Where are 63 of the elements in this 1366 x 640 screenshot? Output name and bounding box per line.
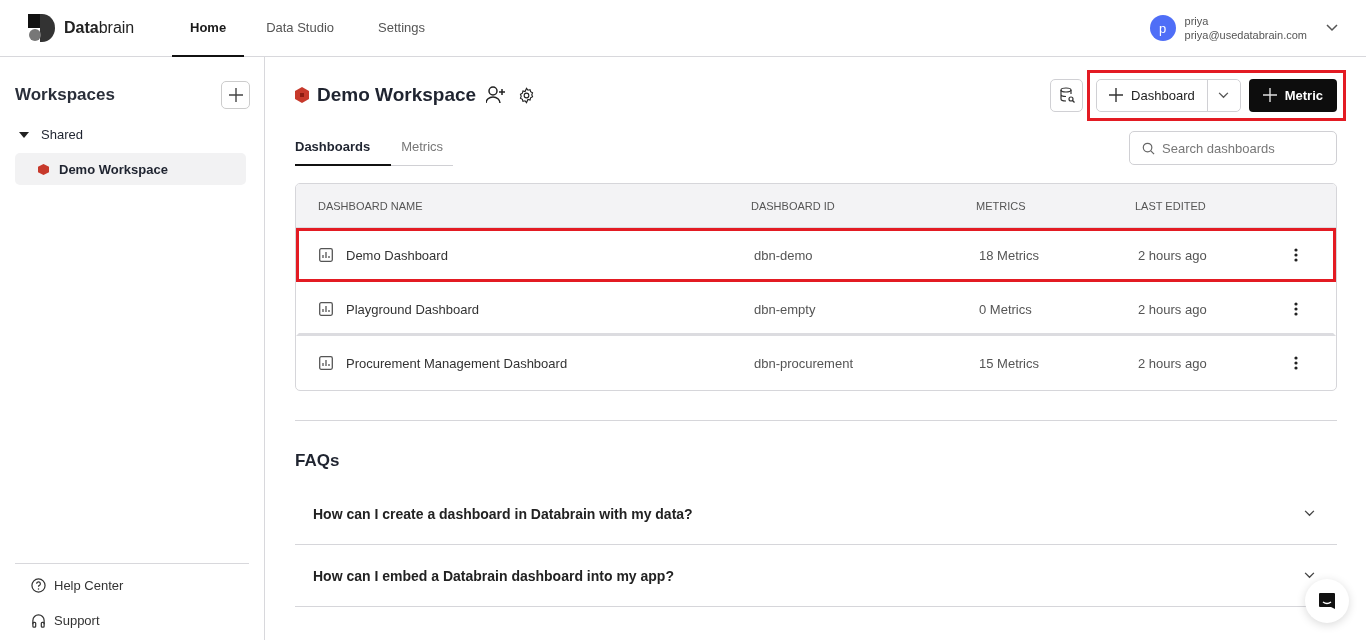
sidebar-link[interactable]: Support xyxy=(31,613,249,628)
faq-item[interactable]: How can I create a dashboard in Databrain with my data? xyxy=(295,483,1337,545)
workspace-item[interactable]: Demo Workspace xyxy=(15,153,246,185)
chart-icon xyxy=(319,356,333,370)
table-row[interactable]: Procurement Management Dashboard dbn-procurement 15 Metrics 2 hours ago xyxy=(296,336,1336,390)
nav-tab[interactable]: Home xyxy=(172,0,245,57)
add-user-icon[interactable] xyxy=(486,86,507,104)
table-cell-text: dbn-demo xyxy=(754,247,814,263)
dashboard-name[interactable]: Procurement Management Dashboard xyxy=(346,355,568,371)
plus-icon xyxy=(228,88,243,102)
group-label[interactable]: Shared xyxy=(41,127,83,142)
new-dashboard-button[interactable]: Dashboard xyxy=(1097,79,1208,111)
logo-wordmark: Databrain xyxy=(64,19,135,37)
content-tab[interactable]: Dashboards xyxy=(295,135,392,166)
column-header: METRICS xyxy=(976,199,1027,212)
help-icon xyxy=(31,578,46,593)
chart-icon xyxy=(319,248,333,262)
dashboard-name[interactable]: Demo Dashboard xyxy=(346,247,448,263)
settings-icon[interactable] xyxy=(518,86,536,104)
add-workspace-button[interactable] xyxy=(221,81,250,109)
more-options-icon[interactable] xyxy=(1293,302,1298,316)
table-cell-text: dbn-procurement xyxy=(754,355,854,371)
more-options-icon[interactable] xyxy=(1293,356,1298,370)
table-cell-text: 0 Metrics xyxy=(979,301,1033,317)
user-email: priya@usedatabrain.com xyxy=(1184,28,1307,42)
chart-icon xyxy=(319,302,333,316)
search-field[interactable]: Search dashboards xyxy=(1129,131,1337,165)
chevron-down-icon[interactable] xyxy=(1326,24,1338,32)
column-header: LAST EDITED xyxy=(1135,199,1207,212)
nav-tab[interactable]: Settings xyxy=(356,0,448,57)
chat-icon xyxy=(1317,591,1337,611)
table-cell-text: dbn-empty xyxy=(754,301,817,317)
table-cell-text: 15 Metrics xyxy=(979,355,1040,371)
plus-icon xyxy=(1109,88,1124,102)
caret-icon[interactable] xyxy=(19,131,29,138)
table-row[interactable]: Playground Dashboard dbn-empty 0 Metrics 2 hours ago xyxy=(296,282,1336,336)
faq-title: FAQs xyxy=(295,451,341,471)
sidebar-title: Workspaces xyxy=(15,85,115,105)
user-avatar[interactable]: p xyxy=(1149,15,1176,41)
logo-icon xyxy=(28,14,56,42)
table-cell-text: 2 hours ago xyxy=(1138,355,1208,371)
chevron-down-icon xyxy=(1218,91,1230,99)
column-header: DASHBOARD NAME xyxy=(317,199,424,212)
table-cell-text: 2 hours ago xyxy=(1138,247,1208,263)
table-cell-text: 2 hours ago xyxy=(1138,301,1208,317)
nav-tab[interactable]: Data Studio xyxy=(244,0,357,57)
table-row[interactable]: Demo Dashboard dbn-demo 18 Metrics 2 hours ago xyxy=(296,228,1336,282)
workspace-cube-icon xyxy=(295,87,309,103)
database-search-icon xyxy=(1058,87,1075,103)
workspace-title: Demo Workspace xyxy=(317,84,477,106)
sidebar-link[interactable]: Help Center xyxy=(31,578,249,593)
more-options-icon[interactable] xyxy=(1293,248,1298,262)
datasource-button[interactable] xyxy=(1050,78,1084,112)
dashboard-name[interactable]: Playground Dashboard xyxy=(346,301,479,317)
headset-icon xyxy=(31,613,46,628)
user-name: priya xyxy=(1184,14,1210,28)
cube-icon xyxy=(38,163,49,175)
plus-icon xyxy=(1262,88,1277,102)
content-tab[interactable]: Metrics xyxy=(391,135,454,165)
chat-launcher-button[interactable] xyxy=(1305,579,1349,623)
column-header: DASHBOARD ID xyxy=(751,199,836,212)
table-cell-text: 18 Metrics xyxy=(979,247,1040,263)
new-metric-button[interactable]: Metric xyxy=(1248,78,1337,112)
